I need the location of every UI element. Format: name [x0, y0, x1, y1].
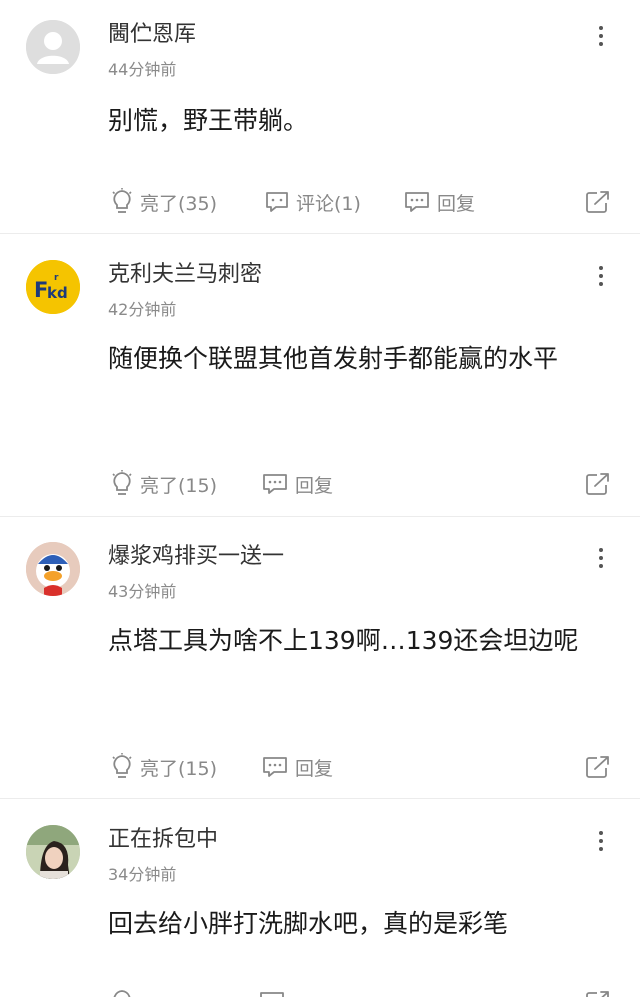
divider: [0, 233, 640, 234]
more-options-icon[interactable]: [594, 829, 608, 853]
comment-text: 点塔工具为啥不上139啊…139还会坦边呢: [108, 626, 579, 655]
like-button[interactable]: 亮了(35): [110, 185, 217, 219]
reply-bubble-icon: [263, 757, 287, 777]
timestamp: 42分钟前: [108, 300, 177, 319]
lightbulb-icon: [112, 753, 132, 778]
comment-count: 评论(1): [296, 192, 361, 215]
reply-button[interactable]: [258, 989, 286, 997]
share-icon[interactable]: [584, 989, 612, 997]
username[interactable]: 克利夫兰马刺密: [108, 260, 262, 290]
like-count: 亮了(15): [140, 474, 218, 497]
comment-bubble-icon: [266, 192, 288, 212]
comment-text: 回去给小胖打洗脚水吧，真的是彩笔: [108, 909, 509, 938]
reply-bubble-icon: [260, 992, 284, 997]
comment-actions: [0, 989, 640, 997]
reply-button[interactable]: 回复: [403, 185, 475, 219]
share-icon[interactable]: [584, 471, 612, 501]
share-icon[interactable]: [584, 189, 612, 219]
comment-actions: 亮了(15) 回复: [0, 750, 640, 784]
lightbulb-icon: [112, 470, 132, 495]
svg-text:kd: kd: [47, 284, 68, 302]
like-button[interactable]: 亮了(15): [110, 750, 217, 784]
more-options-icon[interactable]: [594, 546, 608, 570]
timestamp: 34分钟前: [108, 865, 177, 884]
comment-text: 随便换个联盟其他首发射手都能赢的水平: [108, 344, 559, 373]
comment-text: 别慌，野王带躺。: [108, 106, 309, 135]
reply-button[interactable]: 回复: [261, 750, 333, 784]
divider: [0, 798, 640, 799]
cartoon-avatar-icon: [26, 542, 80, 596]
divider: [0, 516, 640, 517]
reply-button[interactable]: 回复: [261, 467, 333, 501]
like-button[interactable]: 亮了(15): [110, 467, 217, 501]
reply-bubble-icon: [263, 474, 287, 494]
comment-item: F kd r 克利夫兰马刺密 42分钟前 随便换个联盟其他首发射手都能赢的水平 …: [0, 260, 640, 515]
user-avatar[interactable]: [26, 542, 80, 596]
username[interactable]: 閪伫恩厍: [108, 20, 196, 50]
reply-label: 回复: [437, 192, 476, 215]
comment-item: 正在拆包中 34分钟前 回去给小胖打洗脚水吧，真的是彩笔: [0, 825, 640, 997]
like-count: 亮了(35): [140, 192, 218, 215]
lightbulb-icon: [113, 990, 131, 997]
more-options-icon[interactable]: [594, 264, 608, 288]
reply-label: 回复: [295, 757, 334, 780]
like-button[interactable]: [110, 989, 134, 997]
timestamp: 43分钟前: [108, 582, 177, 601]
user-avatar[interactable]: F kd r: [26, 260, 80, 314]
comment-item: 爆浆鸡排买一送一 43分钟前 点塔工具为啥不上139啊…139还会坦边呢 亮了(…: [0, 542, 640, 797]
user-avatar[interactable]: [26, 20, 80, 74]
username[interactable]: 爆浆鸡排买一送一: [108, 542, 284, 572]
photo-avatar-icon: [26, 825, 80, 879]
more-options-icon[interactable]: [594, 24, 608, 48]
like-count: 亮了(15): [140, 757, 218, 780]
comment-actions: 亮了(35) 评论(1) 回复: [0, 185, 640, 219]
comment-button[interactable]: 评论(1): [264, 185, 361, 219]
svg-text:r: r: [54, 273, 59, 283]
user-avatar[interactable]: [26, 825, 80, 879]
share-icon[interactable]: [584, 754, 612, 784]
comment-actions: 亮了(15) 回复: [0, 467, 640, 501]
default-user-icon: [26, 20, 80, 74]
brand-logo-avatar: F kd r: [26, 260, 80, 314]
lightbulb-icon: [112, 188, 132, 213]
comment-item: 閪伫恩厍 44分钟前 别慌，野王带躺。 亮了(35) 评论(1) 回复: [0, 20, 640, 235]
reply-bubble-icon: [405, 192, 429, 212]
timestamp: 44分钟前: [108, 60, 177, 79]
reply-label: 回复: [295, 474, 334, 497]
username[interactable]: 正在拆包中: [108, 825, 218, 855]
